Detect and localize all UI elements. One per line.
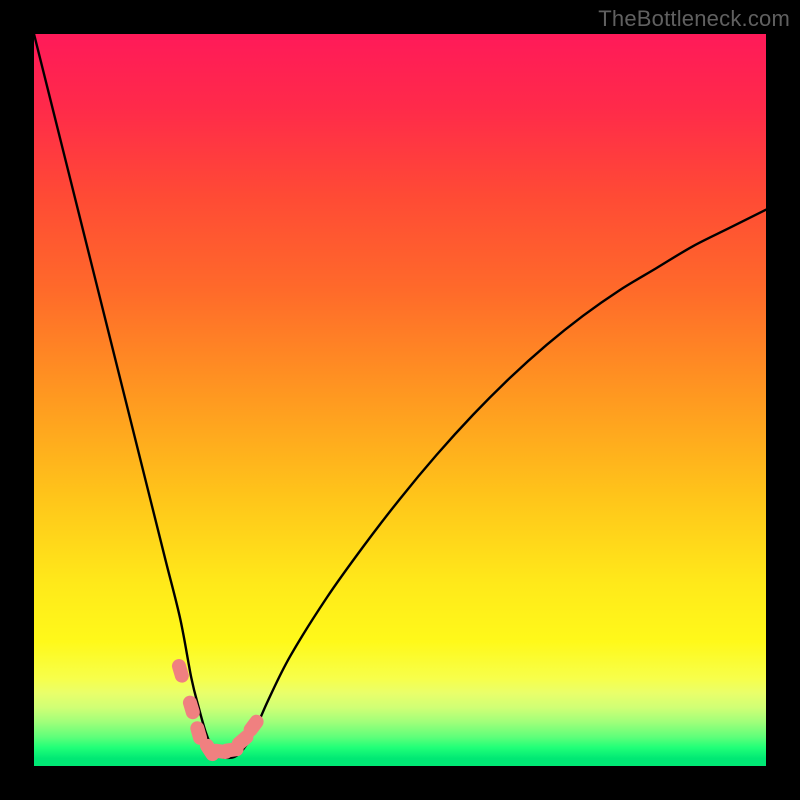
bottleneck-curve <box>34 34 766 758</box>
watermark-text: TheBottleneck.com <box>598 6 790 32</box>
curve-markers <box>170 657 266 763</box>
curve-marker <box>181 694 201 721</box>
curve-layer <box>34 34 766 766</box>
plot-area <box>34 34 766 766</box>
chart-frame: TheBottleneck.com <box>0 0 800 800</box>
